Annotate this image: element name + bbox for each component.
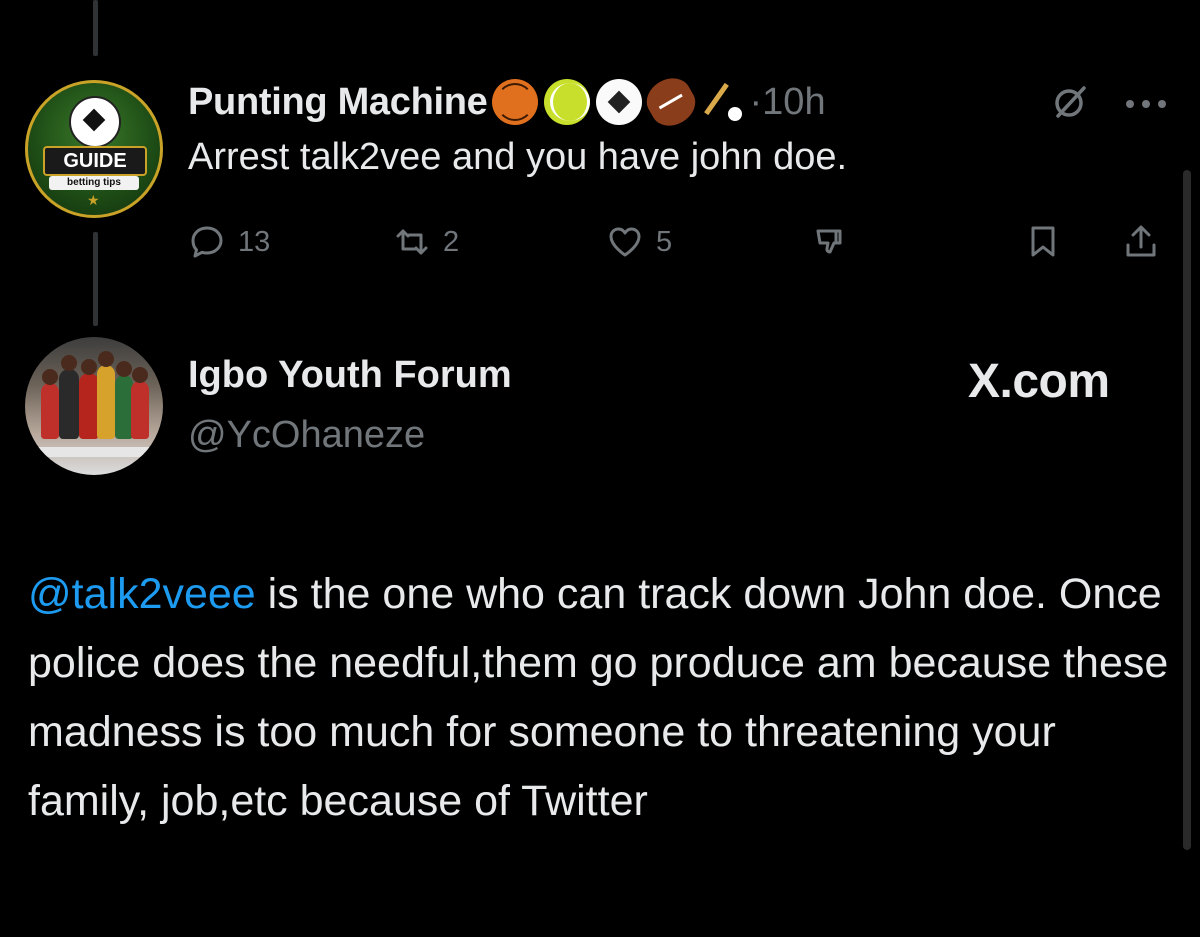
thumbs-down-icon: [816, 229, 842, 254]
repost-count: 2: [443, 225, 460, 258]
tweet-text: Arrest talk2vee and you have john doe.: [188, 136, 848, 178]
soccer-ball-icon: [595, 79, 642, 125]
reply-count: 13: [238, 225, 271, 258]
reply-button[interactable]: 13: [188, 220, 270, 264]
tweet-header: Punting Machine ·10h: [188, 70, 826, 134]
avatar-banner-text: GUIDE: [43, 146, 147, 176]
quoted-handle[interactable]: @YcOhaneze: [188, 414, 425, 457]
quoted-body: @talk2veee is the one who can track down…: [28, 560, 1178, 836]
heart-icon: [609, 227, 641, 257]
emoji-badges: [491, 70, 748, 134]
grok-icon[interactable]: [1052, 84, 1088, 120]
thread-line-bottom: [93, 232, 98, 326]
tennis-ball-icon: [543, 79, 590, 125]
repost-button[interactable]: 2: [393, 220, 459, 264]
source-watermark: X.com: [968, 355, 1110, 408]
like-button[interactable]: 5: [606, 220, 672, 264]
hockey-stick-icon: [700, 79, 742, 125]
mention-link[interactable]: @talk2veee: [28, 570, 256, 618]
quoted-display-name[interactable]: Igbo Youth Forum: [188, 354, 512, 397]
bookmark-icon: [1031, 226, 1055, 257]
avatar-caption-strip: [37, 447, 151, 457]
timestamp[interactable]: ·10h: [750, 81, 826, 124]
group-photo: [39, 351, 149, 439]
reply-icon: [191, 226, 223, 258]
basketball-icon: [491, 79, 538, 125]
star-icon: ★: [87, 192, 100, 208]
american-football-icon: [639, 70, 702, 134]
avatar-sub-text: betting tips: [49, 176, 139, 190]
soccer-ball-icon: [69, 96, 121, 148]
like-count: 5: [656, 225, 673, 258]
display-name[interactable]: Punting Machine: [188, 81, 488, 124]
scrollbar[interactable]: [1183, 170, 1191, 850]
more-options-icon[interactable]: [1124, 90, 1168, 114]
share-button[interactable]: [1122, 220, 1172, 264]
downvote-button[interactable]: [812, 220, 862, 264]
repost-icon: [396, 229, 428, 255]
share-icon: [1126, 225, 1156, 257]
quoted-avatar[interactable]: [25, 337, 163, 475]
avatar[interactable]: GUIDE betting tips ★: [25, 80, 163, 218]
thread-line-top: [93, 0, 98, 56]
bookmark-button[interactable]: [1024, 220, 1074, 264]
